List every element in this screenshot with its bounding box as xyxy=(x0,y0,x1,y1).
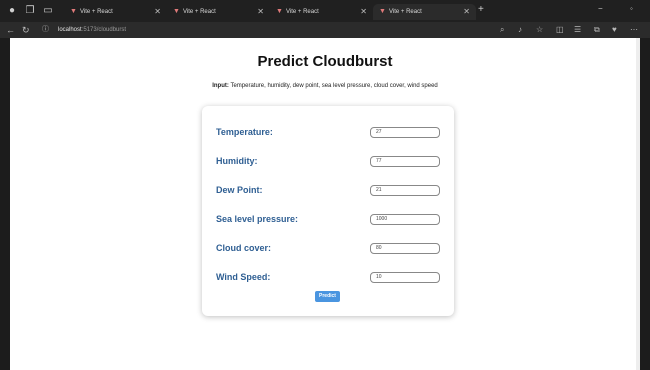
sea-level-pressure-input[interactable] xyxy=(370,214,440,225)
extensions-icon[interactable]: ♥ xyxy=(612,23,617,37)
predict-button[interactable]: Predict xyxy=(315,291,340,302)
dew-point-label: Dew Point: xyxy=(216,185,263,195)
tab-4-active[interactable]: ▼ Vite + React ✕ xyxy=(373,4,476,20)
favorite-icon[interactable]: ☆ xyxy=(536,23,543,37)
vite-icon: ▼ xyxy=(173,8,180,15)
input-label: Input: xyxy=(212,83,229,89)
new-tab-icon[interactable]: + xyxy=(478,4,484,15)
scrollbar[interactable] xyxy=(636,38,640,370)
tab-label: Vite + React xyxy=(80,9,113,15)
split-screen-icon[interactable]: ◫ xyxy=(556,23,564,37)
url-field[interactable]: localhost:5173/cloudburst xyxy=(58,24,126,36)
url-path: :5173/cloudburst xyxy=(81,27,127,33)
dew-point-input[interactable] xyxy=(370,185,440,196)
profile-icon[interactable]: ● xyxy=(6,5,18,17)
humidity-label: Humidity: xyxy=(216,156,258,166)
close-icon[interactable]: ✕ xyxy=(360,4,367,20)
vite-icon: ▼ xyxy=(70,8,77,15)
favorites-list-icon[interactable]: ☰ xyxy=(574,23,581,37)
tab-label: Vite + React xyxy=(286,9,319,15)
refresh-icon[interactable]: ↻ xyxy=(22,23,30,37)
cloud-cover-input[interactable] xyxy=(370,243,440,254)
close-icon[interactable]: ✕ xyxy=(463,4,470,20)
zoom-icon[interactable]: ⌕ xyxy=(500,23,504,37)
address-bar: ← ↻ ⓘ localhost:5173/cloudburst ⌕ ♪ ☆ ◫ … xyxy=(0,22,650,38)
vite-icon: ▼ xyxy=(379,8,386,15)
info-icon[interactable]: ⓘ xyxy=(42,23,49,37)
tab-2[interactable]: ▼ Vite + React ✕ xyxy=(167,4,270,20)
cloud-cover-label: Cloud cover: xyxy=(216,243,272,253)
tab-actions-icon[interactable]: ▭ xyxy=(42,5,54,17)
tab-1[interactable]: ▼ Vite + React ✕ xyxy=(64,4,167,20)
tab-label: Vite + React xyxy=(389,9,422,15)
browser-tab-bar: ● ❐ ▭ ▼ Vite + React ✕ ▼ Vite + React ✕ ▼ V… xyxy=(0,0,650,22)
temperature-label: Temperature: xyxy=(216,127,273,137)
humidity-input[interactable] xyxy=(370,156,440,167)
sea-level-pressure-label: Sea level pressure: xyxy=(216,214,299,224)
tab-label: Vite + React xyxy=(183,9,216,15)
collections-icon[interactable]: ⧉ xyxy=(594,23,600,37)
collections-icon[interactable]: ❐ xyxy=(24,5,36,17)
close-icon[interactable]: ✕ xyxy=(154,4,161,20)
wind-speed-label: Wind Speed: xyxy=(216,272,271,282)
input-desc-text: Temperature, humidity, dew point, sea le… xyxy=(230,83,438,89)
page-viewport: Predict Cloudburst Input: Temperature, h… xyxy=(10,38,640,370)
page-title: Predict Cloudburst xyxy=(257,53,393,70)
url-host: localhost xyxy=(58,27,82,33)
read-aloud-icon[interactable]: ♪ xyxy=(518,23,522,37)
tab-3[interactable]: ▼ Vite + React ✕ xyxy=(270,4,373,20)
temperature-input[interactable] xyxy=(370,127,440,138)
window-control-icon[interactable]: ◦ xyxy=(630,4,633,13)
input-description: Input: Temperature, humidity, dew point,… xyxy=(10,83,640,89)
prediction-form: Temperature: Humidity: Dew Point: Sea le… xyxy=(202,106,454,316)
vite-icon: ▼ xyxy=(276,8,283,15)
wind-speed-input[interactable] xyxy=(370,272,440,283)
more-icon[interactable]: ⋯ xyxy=(630,23,638,37)
back-icon[interactable]: ← xyxy=(6,23,15,37)
minimize-icon[interactable]: − xyxy=(598,4,603,13)
close-icon[interactable]: ✕ xyxy=(257,4,264,20)
